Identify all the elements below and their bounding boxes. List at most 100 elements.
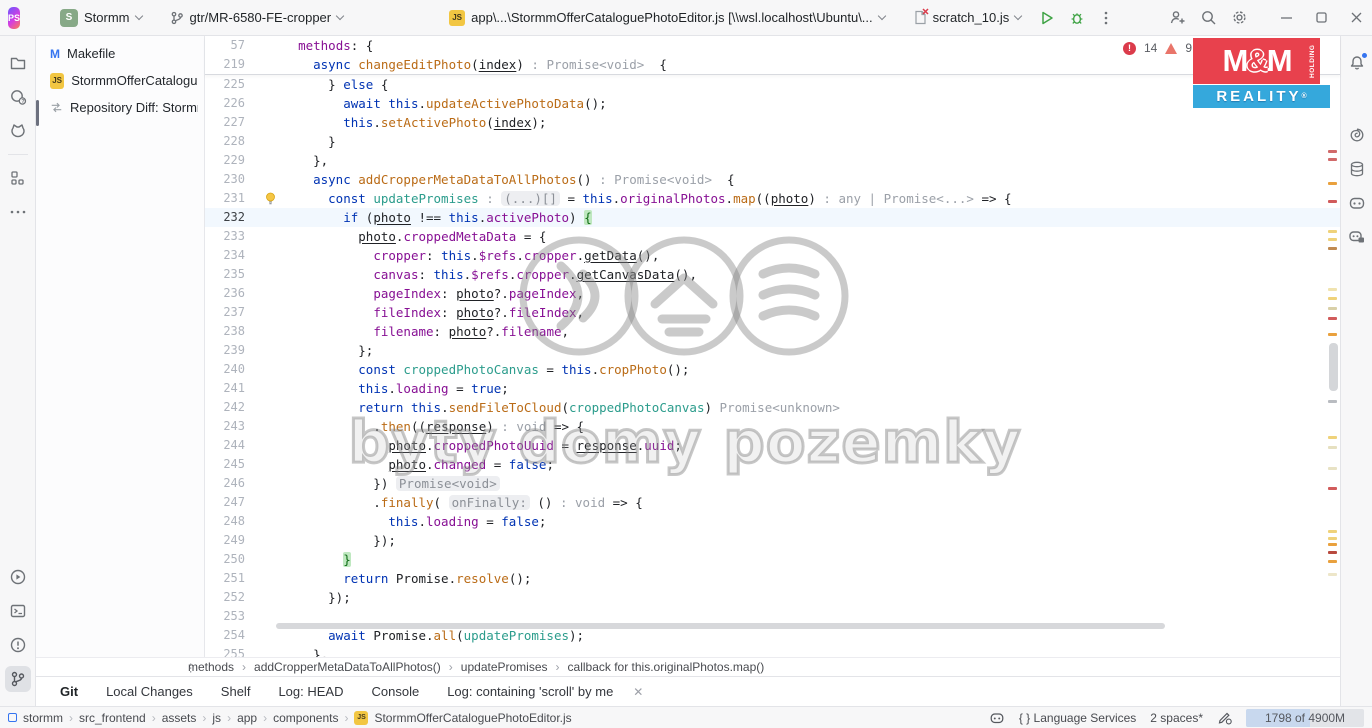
more-tools-icon[interactable] (5, 199, 31, 225)
line-number[interactable]: 226 (205, 94, 251, 113)
memory-indicator[interactable]: 1798 of 4900M (1246, 709, 1364, 727)
code-line-249[interactable]: 249 }); (205, 531, 1340, 550)
line-number[interactable]: 232 (205, 208, 251, 227)
indent-widget[interactable]: 2 spaces* (1150, 711, 1203, 725)
line-number[interactable]: 234 (205, 246, 251, 265)
code-line-234[interactable]: 234 cropper: this.$refs.cropper.getData(… (205, 246, 1340, 265)
code-line-231[interactable]: 231 const updatePromises : (...)[] = thi… (205, 189, 1340, 208)
structure-tool-icon[interactable] (5, 165, 31, 191)
line-number[interactable]: 228 (205, 132, 251, 151)
vertical-scrollbar[interactable] (1326, 36, 1340, 657)
language-services-widget[interactable]: { } Language Services (1019, 711, 1136, 725)
line-number[interactable]: 245 (205, 455, 251, 474)
tab-log-head[interactable]: Log: HEAD (266, 680, 355, 703)
window-close-button[interactable] (1350, 11, 1363, 24)
code-line-245[interactable]: 245 photo.changed = false; (205, 455, 1340, 474)
status-path-item[interactable]: stormm (23, 711, 63, 725)
status-path-item[interactable]: src_frontend (79, 711, 146, 725)
more-actions-icon[interactable] (1099, 10, 1113, 26)
line-number[interactable]: 241 (205, 379, 251, 398)
copilot-status-icon[interactable] (989, 710, 1005, 726)
line-number[interactable]: 239 (205, 341, 251, 360)
project-widget[interactable]: S Stormm (52, 5, 150, 31)
write-mode-icon[interactable] (1217, 710, 1232, 725)
close-tab-icon[interactable]: ✕ (629, 685, 647, 699)
code-line-241[interactable]: 241 this.loading = true; (205, 379, 1340, 398)
list-item-stormm-editor[interactable]: JS StormmOfferCatalogueP (36, 67, 204, 94)
error-stripe-mark[interactable] (1328, 530, 1337, 533)
error-stripe-mark[interactable] (1328, 551, 1337, 554)
line-number[interactable]: 227 (205, 113, 251, 132)
code-line-229[interactable]: 229 }, (205, 151, 1340, 170)
horizontal-scrollbar[interactable] (276, 623, 1165, 629)
ide-logo-icon[interactable]: PS (8, 7, 20, 29)
copilot-chat-icon[interactable] (1344, 224, 1370, 250)
line-number[interactable]: 230 (205, 170, 251, 189)
status-path-item[interactable]: assets (162, 711, 197, 725)
code-line-236[interactable]: 236 pageIndex: photo?.pageIndex, (205, 284, 1340, 303)
database-tool-icon[interactable] (1344, 156, 1370, 182)
ai-assistant-icon[interactable] (1344, 122, 1370, 148)
code-line-243[interactable]: 243 .then((response) : void => { (205, 417, 1340, 436)
code-line-238[interactable]: 238 filename: photo?.filename, (205, 322, 1340, 341)
commit-tool-icon[interactable]: ? (5, 84, 31, 110)
code-line-232[interactable]: 232 if (photo !== this.activePhoto) { (205, 208, 1340, 227)
error-stripe-mark[interactable] (1328, 158, 1337, 161)
settings-gear-icon[interactable] (1231, 9, 1248, 26)
terminal-tool-icon[interactable] (5, 598, 31, 624)
error-stripe-mark[interactable] (1328, 400, 1337, 403)
error-stripe-mark[interactable] (1328, 297, 1337, 300)
line-number[interactable]: 255 (205, 645, 251, 657)
tab-local-changes[interactable]: Local Changes (94, 680, 205, 703)
error-stripe-mark[interactable] (1328, 573, 1337, 576)
error-stripe-mark[interactable] (1328, 317, 1337, 320)
code-line-244[interactable]: 244 photo.croppedPhotoUuid = response.uu… (205, 436, 1340, 455)
tab-log-scroll[interactable]: Log: containing 'scroll' by me (435, 680, 625, 703)
code-line-239[interactable]: 239 }; (205, 341, 1340, 360)
line-number[interactable]: 246 (205, 474, 251, 493)
run-config-widget[interactable]: scratch_10.js (905, 6, 1030, 29)
code-line-251[interactable]: 251 return Promise.resolve(); (205, 569, 1340, 588)
line-number[interactable]: 240 (205, 360, 251, 379)
error-stripe-mark[interactable] (1328, 230, 1337, 233)
tab-console[interactable]: Console (359, 680, 431, 703)
copilot-icon[interactable] (1344, 190, 1370, 216)
line-number[interactable]: 243 (205, 417, 251, 436)
error-stripe-mark[interactable] (1328, 543, 1337, 546)
more-breadcrumb-icon[interactable]: … (187, 662, 201, 674)
code-line-230[interactable]: 230 async addCropperMetaDataToAllPhotos(… (205, 170, 1340, 189)
code-line-226[interactable]: 226 await this.updateActivePhotoData(); (205, 94, 1340, 113)
breadcrumb-item[interactable]: addCropperMetaDataToAllPhotos() (254, 660, 441, 674)
line-number[interactable]: 247 (205, 493, 251, 512)
error-stripe-mark[interactable] (1328, 200, 1337, 203)
line-number[interactable]: 225 (205, 75, 251, 94)
window-maximize-button[interactable] (1315, 11, 1328, 24)
error-stripe-mark[interactable] (1328, 487, 1337, 490)
line-number[interactable]: 244 (205, 436, 251, 455)
line-number[interactable]: 238 (205, 322, 251, 341)
code-line-235[interactable]: 235 canvas: this.$refs.cropper.getCanvas… (205, 265, 1340, 284)
code-line-255[interactable]: 255 }, (205, 645, 1340, 657)
project-tool-icon[interactable] (5, 50, 31, 76)
line-number[interactable]: 248 (205, 512, 251, 531)
problems-tool-icon[interactable] (5, 632, 31, 658)
code-line-242[interactable]: 242 return this.sendFileToCloud(croppedP… (205, 398, 1340, 417)
breadcrumb-item[interactable]: updatePromises (461, 660, 548, 674)
line-number[interactable]: 254 (205, 626, 251, 645)
error-stripe-mark[interactable] (1328, 247, 1337, 250)
tab-shelf[interactable]: Shelf (209, 680, 263, 703)
error-stripe-mark[interactable] (1328, 150, 1337, 153)
line-number[interactable]: 242 (205, 398, 251, 417)
code-line-227[interactable]: 227 this.setActivePhoto(index); (205, 113, 1340, 132)
error-stripe-mark[interactable] (1328, 436, 1337, 439)
line-number[interactable]: 252 (205, 588, 251, 607)
intention-bulb-icon[interactable] (265, 192, 276, 205)
branch-widget[interactable]: gtr/MR-6580-FE-cropper (162, 6, 352, 29)
code-line-219[interactable]: 219 async changeEditPhoto(index) : Promi… (205, 55, 1340, 74)
breadcrumb-item[interactable]: callback for this.originalPhotos.map() (568, 660, 765, 674)
line-number[interactable]: 235 (205, 265, 251, 284)
code-line-248[interactable]: 248 this.loading = false; (205, 512, 1340, 531)
error-stripe-mark[interactable] (1328, 288, 1337, 291)
code-line-240[interactable]: 240 const croppedPhotoCanvas = this.crop… (205, 360, 1340, 379)
status-path-file[interactable]: StormmOfferCataloguePhotoEditor.js (374, 711, 571, 725)
